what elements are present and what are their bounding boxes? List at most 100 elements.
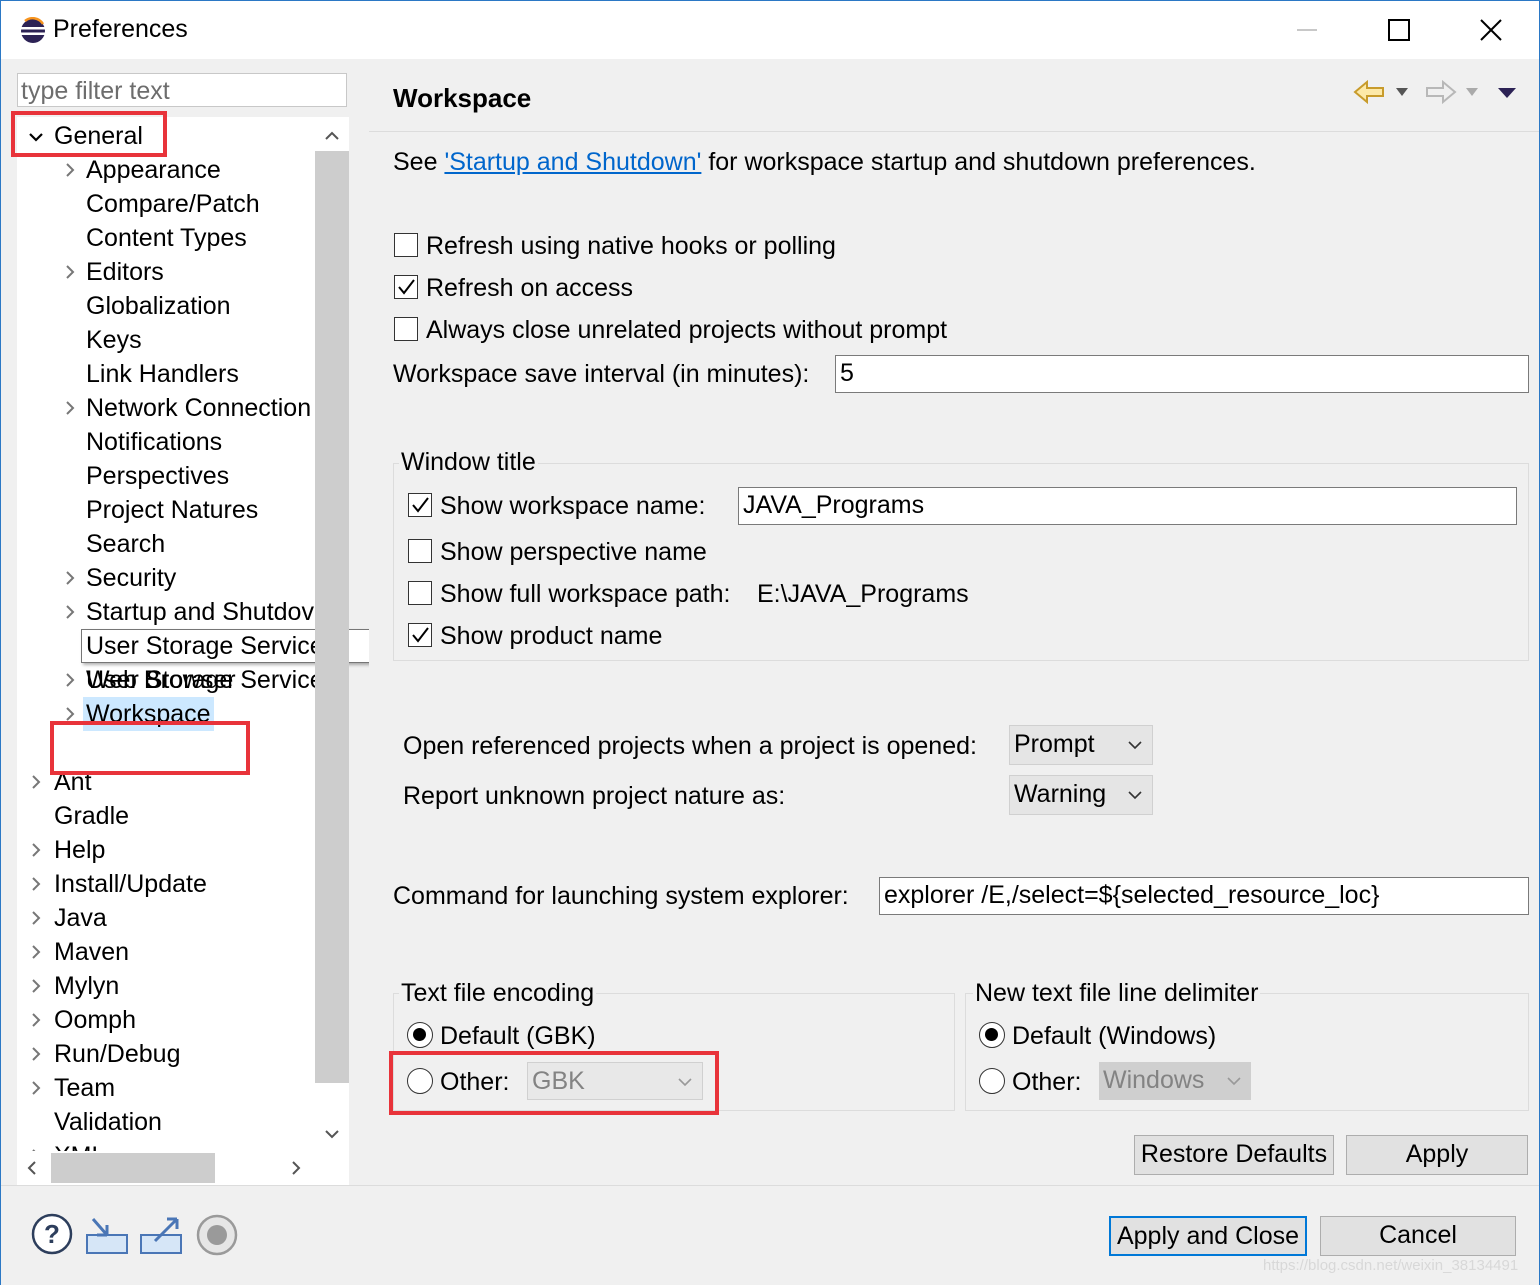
highlight-general: [11, 111, 167, 157]
delimiter-default-radio[interactable]: [979, 1022, 1005, 1048]
open-referenced-select[interactable]: Prompt: [1009, 725, 1153, 765]
refresh-access-label[interactable]: Refresh on access: [426, 273, 633, 303]
chevron-down-icon: [1227, 1077, 1241, 1086]
eclipse-icon: [21, 17, 45, 43]
tree-item-label: User Storage Service: [86, 666, 315, 694]
tree-vertical-thumb[interactable]: [315, 151, 349, 1083]
preferences-window: Preferences type filter text General App…: [0, 0, 1540, 1285]
tree-item-label: Oomph: [54, 1006, 136, 1034]
show-workspace-name-label[interactable]: Show workspace name:: [440, 491, 705, 521]
show-perspective-name-label[interactable]: Show perspective name: [440, 537, 707, 567]
back-icon[interactable]: [1353, 79, 1385, 105]
maximize-icon: [1388, 19, 1410, 41]
chevron-right-icon: [66, 265, 75, 279]
tree-item-label: Startup and Shutdov: [86, 598, 314, 626]
chevron-down-icon: [1128, 741, 1142, 750]
tree-item-label: Keys: [86, 326, 142, 354]
report-nature-select[interactable]: Warning: [1009, 775, 1153, 815]
delimiter-other-label[interactable]: Other:: [1012, 1067, 1081, 1097]
intro-prefix: See: [393, 148, 445, 176]
import-icon[interactable]: [85, 1215, 129, 1255]
apply-and-close-button[interactable]: Apply and Close: [1109, 1216, 1307, 1256]
chevron-right-icon: [66, 707, 75, 721]
view-menu-icon[interactable]: [1497, 87, 1517, 99]
delimiter-other-radio[interactable]: [979, 1068, 1005, 1094]
tree-item-label: Appearance: [86, 156, 221, 184]
chevron-right-icon: [32, 1047, 41, 1061]
tree-item-label: Editors: [86, 258, 164, 286]
close-icon: [1480, 19, 1502, 41]
tree-item-label: Security: [86, 564, 177, 592]
chevron-right-icon: [32, 1013, 41, 1027]
tree-item-label: Validation: [54, 1108, 162, 1136]
tree-item-label: Search: [86, 530, 166, 558]
chevron-right-icon: [66, 673, 75, 687]
show-workspace-name-checkbox[interactable]: [408, 493, 432, 517]
explorer-command-input[interactable]: explorer /E,/select=${selected_resource_…: [879, 877, 1529, 915]
refresh-access-checkbox[interactable]: [394, 275, 418, 299]
delimiter-default-label[interactable]: Default (Windows): [1012, 1021, 1216, 1051]
always-close-label[interactable]: Always close unrelated projects without …: [426, 315, 947, 345]
chevron-right-icon: [32, 877, 41, 891]
encoding-default-label[interactable]: Default (GBK): [440, 1021, 596, 1051]
delimiter-other-value: Windows: [1103, 1066, 1205, 1094]
minimize-button[interactable]: [1277, 9, 1337, 51]
filter-input[interactable]: type filter text: [17, 73, 347, 107]
forward-icon[interactable]: [1425, 79, 1457, 105]
export-icon[interactable]: [139, 1215, 183, 1255]
tree-item-label: Notifications: [86, 428, 223, 456]
scroll-right-icon[interactable]: [291, 1161, 301, 1175]
scroll-up-icon[interactable]: [325, 131, 339, 141]
help-icon[interactable]: ?: [31, 1213, 73, 1255]
scroll-down-icon[interactable]: [325, 1129, 339, 1139]
encoding-default-radio[interactable]: [407, 1022, 433, 1048]
chevron-down-icon: [1128, 791, 1142, 800]
cancel-button[interactable]: Cancel: [1320, 1216, 1516, 1256]
scroll-left-icon[interactable]: [27, 1161, 37, 1175]
encoding-group-label: Text file encoding: [399, 978, 597, 1008]
tree-item-label: Java: [54, 904, 107, 932]
chevron-right-icon: [66, 571, 75, 585]
back-dropdown-icon[interactable]: [1395, 87, 1409, 97]
report-nature-value: Warning: [1014, 780, 1107, 808]
show-full-path-label[interactable]: Show full workspace path:: [440, 579, 730, 609]
show-perspective-name-checkbox[interactable]: [408, 539, 432, 563]
startup-shutdown-link[interactable]: 'Startup and Shutdown': [444, 148, 701, 176]
maximize-button[interactable]: [1369, 9, 1429, 51]
close-button[interactable]: [1461, 9, 1521, 51]
save-interval-input[interactable]: 5: [835, 355, 1529, 393]
delimiter-group-label: New text file line delimiter: [973, 978, 1261, 1008]
open-referenced-label: Open referenced projects when a project …: [403, 732, 977, 760]
watermark: https://blog.csdn.net/weixin_38134491: [1263, 1257, 1519, 1274]
refresh-native-checkbox[interactable]: [394, 233, 418, 257]
window-title-group-label: Window title: [399, 447, 538, 477]
svg-text:?: ?: [44, 1219, 60, 1249]
tree-item-label: Run/Debug: [54, 1040, 181, 1068]
tree-item-label: Compare/Patch: [86, 190, 260, 218]
tree-item-label: Maven: [54, 938, 130, 966]
report-nature-label: Report unknown project nature as:: [403, 782, 786, 810]
tree-item-label: Globalization: [86, 292, 231, 320]
open-referenced-value: Prompt: [1014, 730, 1095, 758]
tree-item-label: Team: [54, 1074, 116, 1102]
chevron-right-icon: [32, 775, 41, 789]
minimize-icon: [1297, 29, 1317, 31]
chevron-right-icon: [66, 605, 75, 619]
record-icon[interactable]: [195, 1213, 239, 1257]
delimiter-other-select[interactable]: Windows: [1099, 1062, 1251, 1100]
show-product-name-label[interactable]: Show product name: [440, 621, 662, 651]
show-product-name-checkbox[interactable]: [408, 623, 432, 647]
tree-item-label: Network Connection: [86, 394, 312, 422]
forward-dropdown-icon[interactable]: [1465, 87, 1479, 97]
tree-horizontal-thumb[interactable]: [51, 1153, 215, 1183]
always-close-checkbox[interactable]: [394, 317, 418, 341]
check-icon: [412, 497, 429, 513]
tree-item-label: Help: [54, 836, 106, 864]
apply-button[interactable]: Apply: [1346, 1135, 1528, 1175]
workspace-name-input[interactable]: JAVA_Programs: [738, 487, 1517, 525]
show-full-path-checkbox[interactable]: [408, 581, 432, 605]
restore-defaults-button[interactable]: Restore Defaults: [1134, 1135, 1334, 1175]
refresh-native-label[interactable]: Refresh using native hooks or polling: [426, 231, 836, 261]
full-path-value: E:\JAVA_Programs: [757, 580, 969, 608]
tree-item-label: Perspectives: [86, 462, 230, 490]
